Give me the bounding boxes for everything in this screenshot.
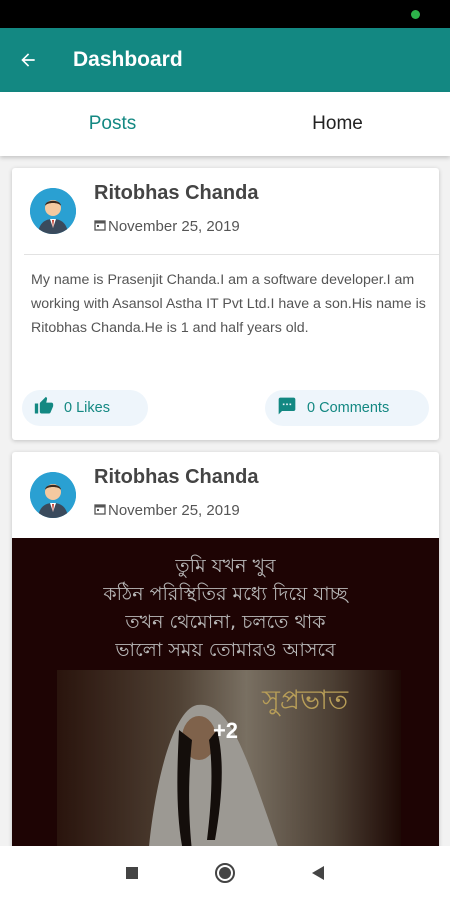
post-image-gallery[interactable]: তুমি যখন খুব কঠিন পরিস্থিতির মধ্যে দিয়ে… — [12, 538, 439, 846]
more-images-count[interactable]: +2 — [12, 718, 439, 744]
app-bar: Dashboard — [0, 28, 450, 92]
calendar-icon — [94, 502, 106, 519]
image-overlay — [12, 538, 439, 846]
post-date: November 25, 2019 — [94, 502, 240, 519]
triangle-back-icon[interactable] — [288, 846, 348, 900]
post-author[interactable]: Ritobhas Chanda — [94, 466, 258, 489]
comment-icon — [277, 396, 297, 421]
page-title: Dashboard — [73, 48, 183, 71]
post-card: Ritobhas Chanda November 25, 2019 My nam… — [12, 168, 439, 440]
post-header: Ritobhas Chanda November 25, 2019 — [12, 168, 439, 254]
avatar[interactable] — [30, 188, 76, 234]
post-feed[interactable]: Ritobhas Chanda November 25, 2019 My nam… — [0, 156, 450, 846]
post-header: Ritobhas Chanda November 25, 2019 — [12, 452, 439, 538]
thumb-up-icon — [34, 396, 54, 421]
status-bar — [0, 0, 450, 28]
comments-count: 0 Comments — [307, 400, 390, 416]
system-nav-bar — [0, 846, 450, 900]
tab-posts[interactable]: Posts — [0, 92, 225, 156]
comments-button[interactable]: 0 Comments — [265, 390, 429, 426]
post-body-text: My name is Prasenjit Chanda.I am a softw… — [31, 272, 426, 336]
square-icon[interactable] — [102, 846, 162, 900]
arrow-back-icon[interactable] — [0, 28, 56, 92]
post-date-text: November 25, 2019 — [108, 218, 240, 235]
tab-home[interactable]: Home — [225, 92, 450, 156]
circle-home-icon[interactable] — [195, 846, 255, 900]
likes-count: 0 Likes — [64, 400, 110, 416]
notification-dot-icon — [411, 10, 420, 19]
tab-bar: Posts Home — [0, 92, 450, 156]
post-author[interactable]: Ritobhas Chanda — [94, 182, 258, 205]
divider — [24, 254, 439, 255]
like-button[interactable]: 0 Likes — [22, 390, 148, 426]
post-date: November 25, 2019 — [94, 218, 240, 235]
avatar[interactable] — [30, 472, 76, 518]
post-date-text: November 25, 2019 — [108, 502, 240, 519]
calendar-icon — [94, 218, 106, 235]
post-card: Ritobhas Chanda November 25, 2019 তুমি য… — [12, 452, 439, 846]
